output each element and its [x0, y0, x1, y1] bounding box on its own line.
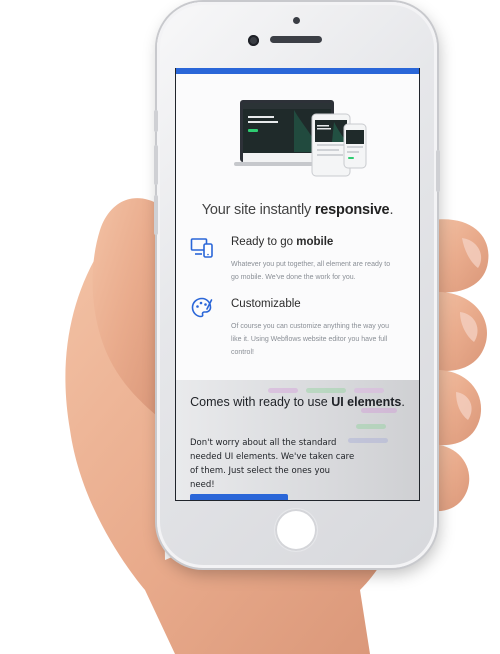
- volume-button: [154, 145, 158, 185]
- earpiece-speaker: [270, 36, 322, 43]
- feature-description-customizable: Of course you can customize anything the…: [231, 323, 389, 356]
- ui-section-body: Don't worry about all the standard neede…: [190, 438, 355, 490]
- devices-mockup-image: [234, 100, 367, 177]
- top-accent-bar: [176, 68, 419, 74]
- hero-tagline: Your site instantly responsive.: [201, 202, 394, 218]
- feature-description-mobile: Whatever you put together, all element a…: [231, 261, 391, 281]
- feature-title-mobile: Ready to go mobile: [231, 236, 334, 248]
- ui-section-heading: Comes with ready to use UI elements.: [190, 395, 405, 409]
- ui-preview-decoration: [356, 424, 386, 429]
- ui-elements-section: Comes with ready to use UI elements. Don…: [176, 380, 419, 500]
- front-camera: [248, 35, 259, 46]
- home-button[interactable]: [275, 509, 317, 551]
- power-button: [436, 150, 440, 192]
- phone-screen: Your site instantly responsive. Ready to…: [175, 68, 420, 501]
- palette-brush-icon: [191, 297, 213, 318]
- responsive-devices-icon: [190, 238, 213, 258]
- feature-title-customizable: Customizable: [231, 298, 301, 310]
- ui-preview-decoration: [306, 388, 346, 393]
- volume-button: [154, 110, 158, 132]
- ui-preview-decoration: [354, 388, 384, 393]
- ui-section-button[interactable]: [190, 494, 288, 500]
- volume-button: [154, 195, 158, 235]
- front-sensor: [293, 17, 300, 24]
- ui-preview-decoration: [268, 388, 298, 393]
